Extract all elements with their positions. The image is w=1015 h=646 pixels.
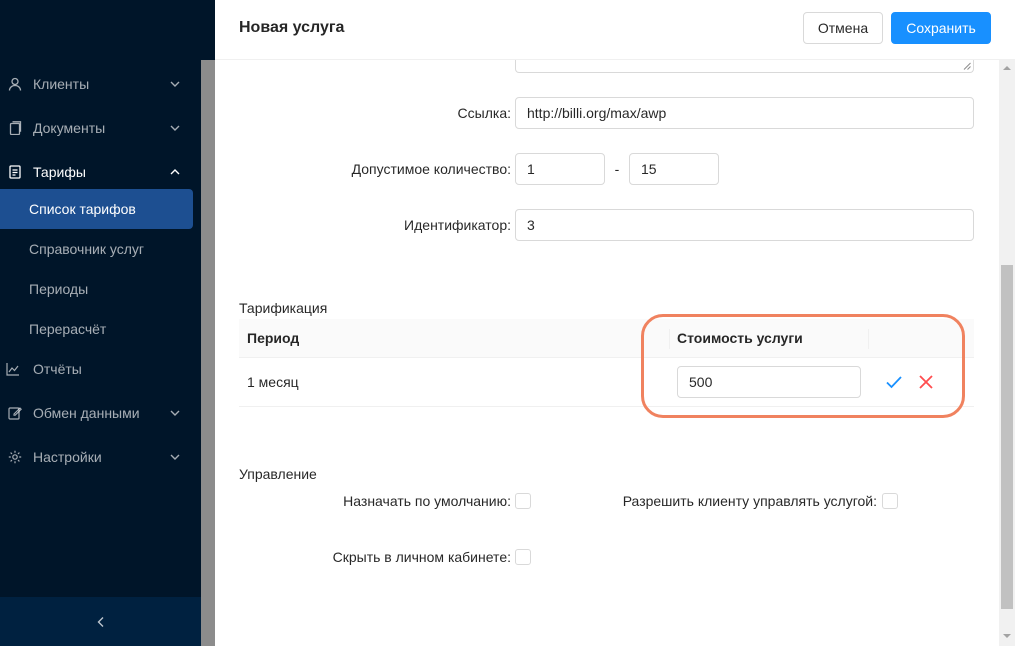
- sidebar-subitem-label: Список тарифов: [29, 201, 136, 217]
- link-label: Ссылка:: [457, 105, 511, 121]
- sidebar-subitem-recalculation[interactable]: Перерасчёт: [0, 309, 193, 349]
- sidebar-item-documents[interactable]: Документы: [0, 108, 193, 148]
- hide-in-cabinet-checkbox[interactable]: [515, 549, 531, 565]
- allow-client-checkbox[interactable]: [882, 493, 898, 509]
- chevron-left-icon: [97, 616, 103, 627]
- sidebar-item-data-exchange[interactable]: Обмен данными: [0, 393, 193, 433]
- chevron-up-icon: [170, 169, 180, 175]
- scroll-down-icon[interactable]: [1002, 632, 1012, 640]
- sidebar-item-label: Тарифы: [33, 164, 86, 180]
- quantity-label: Допустимое количество:: [351, 161, 511, 177]
- column-period: Период: [247, 330, 300, 346]
- sidebar: Клиенты Документы Тарифы Список тарифов …: [0, 0, 201, 646]
- sidebar-item-label: Отчёты: [33, 361, 82, 377]
- sidebar-item-tariffs[interactable]: Тарифы: [0, 152, 193, 192]
- identifier-input[interactable]: 3: [515, 209, 974, 241]
- link-input[interactable]: http://billi.org/max/awp: [515, 97, 974, 129]
- hide-in-cabinet-label: Скрыть в личном кабинете:: [332, 549, 511, 565]
- quantity-separator: -: [614, 161, 620, 177]
- file-text-icon: [8, 165, 22, 179]
- sidebar-item-label: Документы: [33, 120, 106, 136]
- sidebar-subitem-label: Перерасчёт: [29, 321, 107, 337]
- save-button[interactable]: Сохранить: [891, 12, 991, 44]
- sidebar-subitem-periods[interactable]: Периоды: [0, 269, 193, 309]
- page-overlay: [201, 60, 215, 646]
- quantity-min-input[interactable]: 1: [515, 153, 605, 185]
- line-chart-icon: [6, 362, 20, 376]
- tariffication-title: Тарификация: [239, 300, 328, 316]
- sidebar-collapse-button[interactable]: [0, 597, 201, 646]
- sidebar-item-settings[interactable]: Настройки: [0, 437, 193, 477]
- chevron-down-icon: [170, 125, 180, 131]
- sidebar-item-label: Обмен данными: [33, 405, 140, 421]
- quantity-max-input[interactable]: 15: [629, 153, 719, 185]
- cancel-button[interactable]: Отмена: [803, 12, 883, 44]
- chevron-down-icon: [170, 81, 180, 87]
- default-assign-checkbox[interactable]: [515, 493, 531, 509]
- allow-client-label: Разрешить клиенту управлять услугой:: [622, 493, 877, 509]
- sidebar-subitem-services-reference[interactable]: Справочник услуг: [0, 229, 193, 269]
- sidebar-subitem-tariff-list[interactable]: Список тарифов: [0, 189, 193, 229]
- document-icon: [8, 121, 22, 135]
- sidebar-item-label: Клиенты: [33, 76, 90, 92]
- user-icon: [8, 77, 22, 91]
- drawer-header: Новая услуга Отмена Сохранить: [215, 0, 1015, 60]
- scroll-up-icon[interactable]: [1002, 64, 1012, 72]
- edit-icon: [8, 406, 22, 420]
- sidebar-item-clients[interactable]: Клиенты: [0, 64, 193, 104]
- gear-icon: [8, 450, 22, 464]
- header-shade: [201, 0, 215, 60]
- drawer-title: Новая услуга: [239, 19, 345, 36]
- sidebar-subitem-label: Справочник услуг: [29, 241, 145, 257]
- chevron-down-icon: [170, 454, 180, 460]
- period-cell: 1 месяц: [247, 374, 299, 390]
- identifier-label: Идентификатор:: [404, 217, 511, 233]
- sidebar-subitem-label: Периоды: [29, 281, 89, 297]
- highlight-annotation: [641, 314, 965, 418]
- new-service-drawer: Новая услуга Отмена Сохранить Ссылка: ht…: [215, 0, 1015, 646]
- default-assign-label: Назначать по умолчанию:: [343, 493, 511, 509]
- chevron-down-icon: [170, 410, 180, 416]
- scrollbar-thumb[interactable]: [1001, 265, 1013, 609]
- management-title: Управление: [239, 466, 317, 482]
- resize-handle-icon[interactable]: [963, 62, 971, 70]
- sidebar-item-label: Настройки: [33, 449, 102, 465]
- sidebar-item-reports[interactable]: Отчёты: [0, 349, 193, 389]
